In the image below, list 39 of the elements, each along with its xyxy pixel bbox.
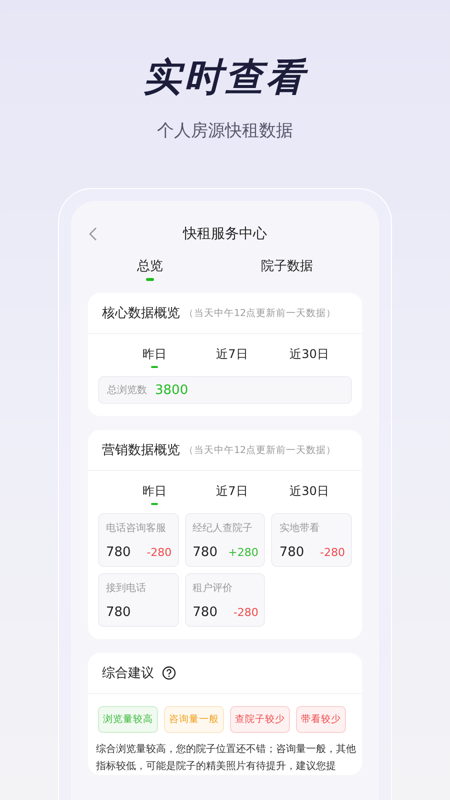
metric-label: 接到电话 bbox=[106, 582, 147, 595]
metric-value: 780 bbox=[192, 545, 218, 560]
card-title: 综合建议 bbox=[102, 665, 154, 682]
tab[interactable]: 院子数据 bbox=[261, 257, 313, 287]
headline: 实时查看 bbox=[143, 54, 307, 101]
help-icon[interactable] bbox=[162, 666, 176, 680]
metric-change: +280 bbox=[228, 546, 258, 559]
period-tab[interactable]: 昨日 bbox=[116, 483, 194, 509]
metric-value: 780 bbox=[106, 545, 131, 560]
stat-value: 3800 bbox=[155, 382, 188, 398]
tab[interactable]: 总览 bbox=[137, 257, 163, 287]
metric-change: -280 bbox=[320, 546, 345, 559]
metric-label: 电话咨询客服 bbox=[106, 522, 167, 535]
metric-value: 780 bbox=[192, 605, 218, 620]
advice-tag: 浏览量较高 bbox=[98, 706, 158, 733]
subtitle: 个人房源快租数据 bbox=[157, 120, 293, 142]
advice-tag: 带看较少 bbox=[296, 706, 346, 733]
advice-text: 综合浏览量较高，您的院子位置还不错；咨询量一般，其他指标较低，可能是院子的精美照片有待提升，建议您提 bbox=[95, 742, 357, 774]
update-note: （当天中午12点更新前一天数据） bbox=[184, 306, 336, 320]
back-icon[interactable] bbox=[88, 227, 98, 241]
metric-label: 租户评价 bbox=[192, 582, 234, 595]
update-note: （当天中午12点更新前一天数据） bbox=[184, 444, 336, 456]
page-title: 快租服务中心 bbox=[182, 225, 268, 243]
advice-tag: 咨询量一般 bbox=[164, 706, 224, 733]
period-tab[interactable]: 昨日 bbox=[116, 346, 194, 372]
card-title: 核心数据概览 bbox=[102, 305, 180, 322]
period-tab[interactable]: 近7日 bbox=[193, 483, 271, 509]
advice-tag: 查院子较少 bbox=[230, 706, 290, 733]
metric-value: 780 bbox=[106, 605, 131, 620]
card-title: 营销数据概览 bbox=[102, 442, 180, 459]
period-tab[interactable]: 近7日 bbox=[193, 346, 271, 372]
period-tab[interactable]: 近30日 bbox=[270, 483, 348, 509]
metric-value: 780 bbox=[279, 545, 304, 560]
metric-label: 实地带看 bbox=[279, 522, 320, 535]
metric-change: -280 bbox=[146, 546, 172, 559]
metric-label: 经纪人查院子 bbox=[192, 522, 254, 535]
metric-change: -280 bbox=[233, 606, 258, 619]
period-tab[interactable]: 近30日 bbox=[270, 346, 348, 372]
stat-label: 总浏览数 bbox=[107, 384, 147, 397]
